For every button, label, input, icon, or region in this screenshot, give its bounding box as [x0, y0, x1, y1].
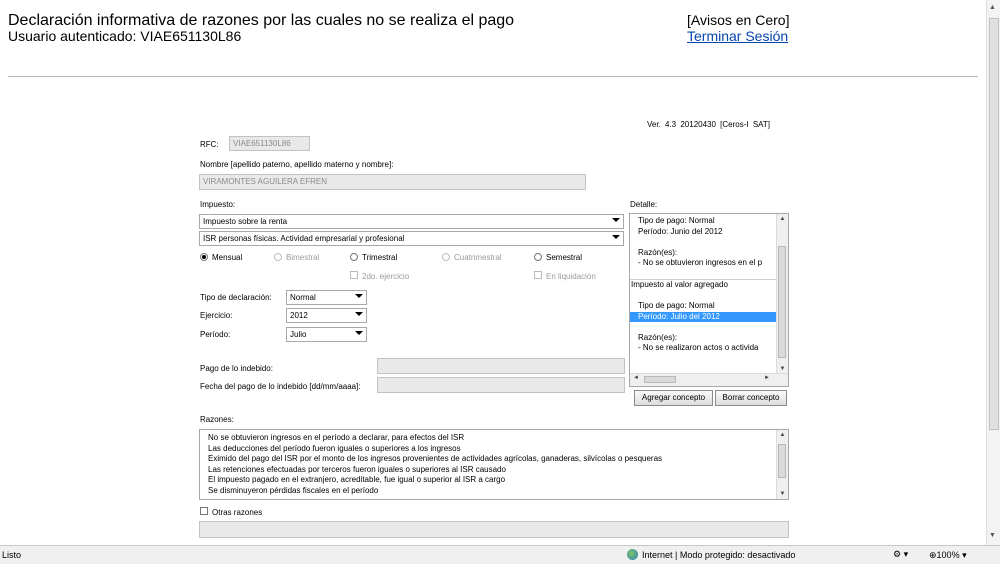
detalle-item[interactable]: Tipo de pago: Normal [630, 216, 778, 227]
scroll-down-icon[interactable]: ▼ [989, 532, 996, 539]
borrar-concepto-button[interactable]: Borrar concepto [715, 390, 787, 406]
detalle-vertical-scrollbar[interactable]: ▲ ▼ [776, 214, 788, 374]
detalle-item[interactable] [630, 291, 778, 302]
scroll-up-icon[interactable]: ▲ [777, 430, 788, 440]
otras-razones-field[interactable] [199, 521, 789, 538]
scroll-up-icon[interactable]: ▲ [777, 214, 788, 224]
otras-razones-checkbox[interactable] [200, 507, 208, 515]
security-zone-text: Internet | Modo protegido: desactivado [642, 550, 796, 560]
ejercicio-label: Ejercicio: [200, 311, 233, 320]
detalle-item[interactable]: Razón(es): [630, 248, 778, 259]
radio-cuatrimestral-label: Cuatrimestral [454, 253, 502, 262]
status-text: Listo [2, 550, 22, 560]
pago-indebido-label: Pago de lo indebido: [200, 364, 273, 373]
periodo-value: Julio [290, 330, 307, 339]
periodo-label: Período: [200, 330, 231, 339]
radio-semestral-label: Semestral [546, 253, 583, 262]
radio-mensual-label: Mensual [212, 253, 243, 262]
subimpuesto-select-value: ISR personas físicas. Actividad empresar… [203, 234, 405, 243]
avisos-en-cero-label: [Avisos en Cero] [687, 12, 790, 28]
radio-trimestral[interactable] [350, 253, 358, 261]
detalle-item[interactable]: - No se obtuvieron ingresos en el p [630, 258, 778, 269]
razones-listbox[interactable]: No se obtuvieron ingresos en el período … [199, 429, 789, 500]
razon-item[interactable]: Se disminuyeron pérdidas fiscales en el … [208, 486, 773, 497]
detalle-item[interactable] [630, 237, 778, 248]
impuesto-select[interactable]: Impuesto sobre la renta [199, 214, 624, 229]
radio-bimestral-label: Bimestral [286, 253, 320, 262]
detalle-item[interactable]: Período: Junio del 2012 [630, 227, 778, 238]
detalle-item[interactable]: Período: Julio del 2012 [630, 311, 778, 322]
razones-lines: No se obtuvieron ingresos en el período … [208, 433, 773, 496]
browser-status-bar: Listo Internet | Modo protegido: desacti… [0, 545, 1000, 564]
subimpuesto-select[interactable]: ISR personas físicas. Actividad empresar… [199, 231, 624, 246]
razon-item[interactable]: Eximido del pago del ISR por el monto de… [208, 454, 773, 465]
header-divider [8, 76, 978, 77]
periodo-select[interactable]: Julio [286, 327, 367, 342]
scroll-down-icon[interactable]: ▼ [777, 489, 788, 499]
nombre-label: Nombre [apellido paterno, apellido mater… [200, 160, 394, 169]
scroll-left-icon[interactable]: ◄ [633, 375, 639, 381]
ejercicio-select[interactable]: 2012 [286, 308, 367, 323]
detalle-item[interactable] [630, 269, 778, 280]
nombre-field[interactable]: VIRAMONTES AGUILERA EFREN [199, 174, 586, 190]
rfc-label: RFC: [200, 140, 219, 149]
chevron-down-icon [612, 235, 620, 239]
tipo-declaracion-select[interactable]: Normal [286, 290, 367, 305]
zoom-level: 100% [936, 550, 960, 560]
razones-vertical-scrollbar[interactable]: ▲ ▼ [776, 430, 788, 499]
rfc-field[interactable]: VIAE651130L86 [229, 136, 310, 151]
segundo-ejercicio-label: 2do. ejercicio [362, 272, 410, 281]
version-label: Ver. 4.3 20120430 [Ceros-I SAT] [647, 120, 771, 129]
zoom-control[interactable]: ⊕100% ▾ [929, 550, 967, 561]
detalle-item[interactable]: Razón(es): [630, 333, 778, 344]
razon-item[interactable]: No se obtuvieron ingresos en el período … [208, 433, 773, 444]
scroll-thumb[interactable] [644, 376, 676, 383]
tipo-declaracion-value: Normal [290, 293, 316, 302]
segundo-ejercicio-checkbox[interactable] [350, 271, 358, 279]
chevron-down-icon [612, 218, 620, 222]
en-liquidacion-checkbox[interactable] [534, 271, 542, 279]
razones-label: Razones: [200, 415, 234, 424]
globe-icon [627, 549, 638, 560]
zoom-icon: ⊕ [929, 550, 937, 560]
radio-cuatrimestral[interactable] [442, 253, 450, 261]
detalle-listbox[interactable]: Tipo de pago: Normal Período: Junio del 2… [629, 213, 789, 387]
window-vertical-scrollbar[interactable]: ▲ ▼ [986, 0, 1000, 545]
ejercicio-value: 2012 [290, 311, 308, 320]
detalle-lines: Tipo de pago: Normal Período: Junio del 2… [630, 216, 778, 354]
razon-item[interactable]: Las retenciones efectuadas por terceros … [208, 465, 773, 476]
scroll-thumb[interactable] [989, 18, 999, 430]
logout-link[interactable]: Terminar Sesión [687, 28, 788, 44]
detalle-item[interactable]: - No se realizaron actos o activida [630, 343, 778, 354]
detalle-item[interactable]: Impuesto al valor agregado [630, 279, 778, 291]
radio-trimestral-label: Trimestral [362, 253, 398, 262]
scroll-thumb[interactable] [778, 444, 786, 478]
otras-razones-label: Otras razones [212, 508, 263, 517]
fecha-pago-indebido-field[interactable] [377, 377, 625, 393]
detalle-item[interactable]: Tipo de pago: Normal [630, 301, 778, 312]
en-liquidacion-label: En liquidación [546, 272, 596, 281]
chevron-down-icon [355, 294, 363, 298]
razon-item[interactable]: Las deducciones del período fueron igual… [208, 444, 773, 455]
radio-mensual[interactable] [200, 253, 208, 261]
chevron-down-icon [355, 312, 363, 316]
chevron-down-icon [355, 331, 363, 335]
radio-bimestral[interactable] [274, 253, 282, 261]
agregar-concepto-button[interactable]: Agregar concepto [634, 390, 713, 406]
scroll-right-icon[interactable]: ► [764, 375, 770, 381]
protected-mode-icon[interactable]: ⚙ ▾ [893, 549, 908, 560]
scroll-thumb[interactable] [778, 246, 786, 358]
authenticated-user: Usuario autenticado: VIAE651130L86 [8, 28, 242, 44]
fecha-pago-indebido-label: Fecha del pago de lo indebido [dd/mm/aaa… [200, 382, 361, 391]
pago-indebido-field[interactable] [377, 358, 625, 374]
razon-item[interactable]: El impuesto pagado en el extranjero, acr… [208, 475, 773, 486]
detalle-item[interactable] [630, 322, 778, 333]
radio-semestral[interactable] [534, 253, 542, 261]
tipo-declaracion-label: Tipo de declaración: [200, 293, 272, 302]
scroll-up-icon[interactable]: ▲ [989, 4, 996, 11]
impuesto-select-value: Impuesto sobre la renta [203, 217, 288, 226]
impuesto-label: Impuesto: [200, 200, 236, 209]
detalle-horizontal-scrollbar[interactable]: ◄ ► [630, 373, 788, 386]
detalle-label: Detalle: [630, 200, 658, 209]
